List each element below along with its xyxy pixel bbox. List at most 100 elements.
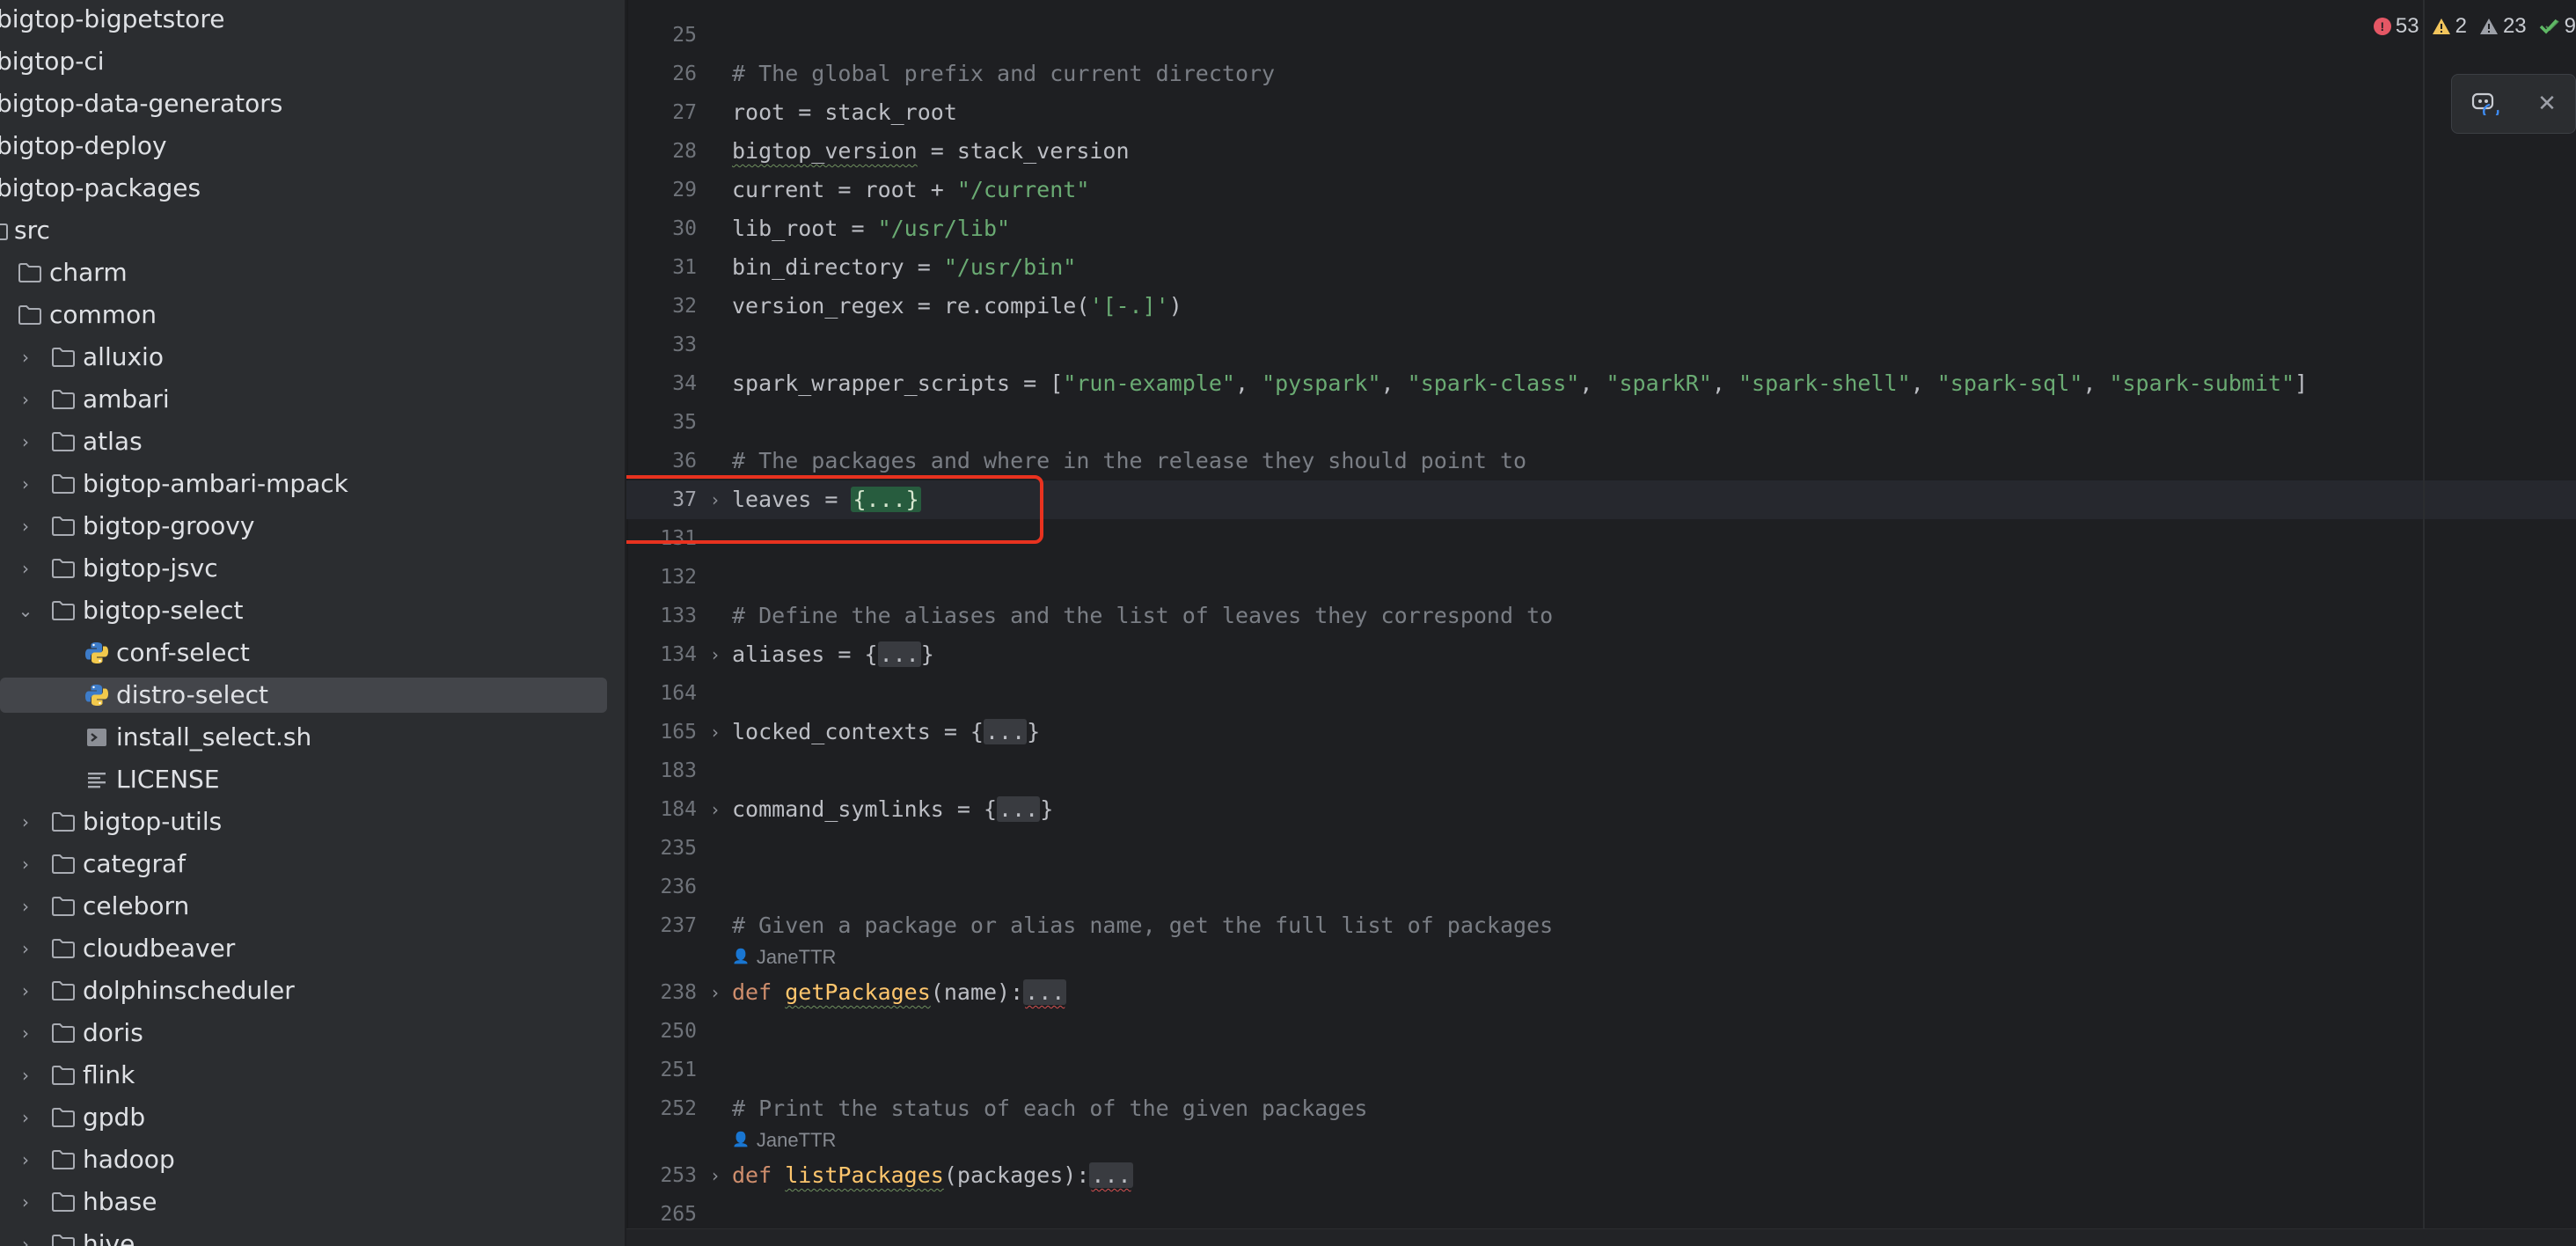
code-line[interactable]: lib_root = "/usr/lib"	[732, 209, 1010, 248]
tree-item-bigtop-jsvc[interactable]: › bigtop-jsvc	[0, 551, 607, 586]
tree-item-cloudbeaver[interactable]: › cloudbeaver	[0, 931, 607, 966]
tree-item-hadoop[interactable]: › hadoop	[0, 1142, 607, 1177]
code-line[interactable]: # Define the aliases and the list of lea…	[732, 597, 1553, 635]
code-line[interactable]: current = root + "/current"	[732, 171, 1089, 209]
line-number: 237	[660, 914, 697, 937]
fold-expand-icon[interactable]: ›	[706, 973, 725, 1012]
tree-item-flink[interactable]: › flink	[0, 1058, 607, 1093]
fold-expand-icon[interactable]: ›	[706, 635, 725, 674]
chevron-right-icon[interactable]: ›	[16, 854, 35, 875]
code-line[interactable]: # The global prefix and current director…	[732, 55, 1275, 93]
tree-item-license[interactable]: LICENSE	[0, 762, 607, 797]
chevron-right-icon[interactable]: ›	[16, 938, 35, 959]
tree-item-bigtop-deploy[interactable]: bigtop-deploy	[0, 128, 607, 164]
chevron-right-icon[interactable]: ›	[16, 811, 35, 832]
warning-count[interactable]: 2	[2432, 14, 2467, 39]
chevron-right-icon[interactable]: ›	[16, 1022, 35, 1044]
chevron-right-icon[interactable]: ›	[16, 473, 35, 495]
code-line[interactable]: def getPackages(name):...	[732, 973, 1067, 1012]
tree-item-bigtop-ambari-mpack[interactable]: › bigtop-ambari-mpack	[0, 466, 607, 502]
chevron-right-icon[interactable]: ›	[16, 347, 35, 368]
folder-icon	[49, 385, 77, 414]
tree-item-gpdb[interactable]: › gpdb	[0, 1100, 607, 1135]
horizontal-scrollbar[interactable]	[626, 1228, 2576, 1246]
tree-item-label: hive	[83, 1229, 135, 1246]
code-editor[interactable]: 25 26 # The global prefix and current dire…	[626, 0, 2576, 1246]
line-number: 183	[660, 759, 697, 782]
tree-item-bigtop-utils[interactable]: › bigtop-utils	[0, 804, 607, 839]
chevron-down-icon[interactable]: ⌄	[16, 600, 35, 621]
code-line[interactable]: aliases = {...}	[732, 635, 934, 674]
chevron-right-icon[interactable]: ›	[16, 1234, 35, 1246]
tree-item-label: doris	[83, 1018, 143, 1047]
tree-item-label: celeborn	[83, 891, 190, 920]
tree-item-bigtop-select[interactable]: ⌄ bigtop-select	[0, 593, 607, 628]
line-number: 34	[672, 372, 697, 395]
code-line[interactable]: def listPackages(packages):...	[732, 1156, 1133, 1195]
warning-count-label: 2	[2455, 14, 2467, 38]
ok-count[interactable]: 9	[2539, 14, 2576, 39]
tree-item-hbase[interactable]: › hbase	[0, 1184, 607, 1220]
tree-item-doris[interactable]: › doris	[0, 1015, 607, 1051]
code-author-hint[interactable]: 👤 JaneTTR	[732, 943, 836, 971]
tree-item-label: bigtop-bigpetstore	[0, 4, 225, 33]
code-line[interactable]: version_regex = re.compile('[-.]')	[732, 287, 1182, 326]
tree-item-common[interactable]: common	[0, 297, 607, 333]
code-line[interactable]: root = stack_root	[732, 93, 957, 132]
tree-item-install-select-sh[interactable]: install_select.sh	[0, 720, 607, 755]
chevron-right-icon[interactable]: ›	[16, 389, 35, 410]
chevron-right-icon[interactable]: ›	[16, 1191, 35, 1213]
code-line[interactable]: # Print the status of each of the given …	[732, 1089, 1367, 1128]
tree-item-dolphinscheduler[interactable]: › dolphinscheduler	[0, 973, 607, 1008]
folder-icon	[49, 1019, 77, 1047]
code-line[interactable]: bigtop_version = stack_version	[732, 132, 1130, 171]
chevron-right-icon[interactable]: ›	[16, 980, 35, 1001]
python-file-icon	[83, 681, 111, 709]
tree-item-distro-select[interactable]: distro-select	[0, 678, 607, 713]
code-line[interactable]: spark_wrapper_scripts = ["run-example", …	[732, 364, 2308, 403]
tree-item-bigtop-bigpetstore[interactable]: bigtop-bigpetstore	[0, 2, 607, 37]
code-line[interactable]: bin_directory = "/usr/bin"	[732, 248, 1076, 287]
chevron-right-icon[interactable]: ›	[16, 516, 35, 537]
chevron-right-icon[interactable]: ›	[16, 431, 35, 452]
code-line[interactable]: command_symlinks = {...}	[732, 790, 1053, 829]
ai-assistant-icon[interactable]	[2470, 89, 2500, 121]
folder-icon	[49, 977, 77, 1005]
fold-expand-icon[interactable]: ›	[706, 790, 725, 829]
right-margin-guide	[2423, 0, 2425, 1228]
tree-item-label: hadoop	[83, 1145, 175, 1174]
code-author-hint[interactable]: 👤 JaneTTR	[732, 1126, 836, 1154]
text-file-icon	[83, 766, 111, 794]
error-count[interactable]: ! 53	[2373, 14, 2419, 39]
chevron-right-icon[interactable]: ›	[16, 1149, 35, 1170]
tree-item-categraf[interactable]: › categraf	[0, 847, 607, 882]
code-line[interactable]: # Given a package or alias name, get the…	[732, 906, 1553, 945]
tree-item-celeborn[interactable]: › celeborn	[0, 889, 607, 924]
tree-item-ambari[interactable]: › ambari	[0, 382, 607, 417]
tree-item-label: charm	[49, 258, 128, 287]
tree-item-bigtop-data-generators[interactable]: bigtop-data-generators	[0, 86, 607, 121]
chevron-right-icon[interactable]: ›	[16, 558, 35, 579]
weak-warning-count[interactable]: 23	[2479, 14, 2527, 39]
inspection-status-bar[interactable]: ! 53 2 23 9	[2373, 11, 2576, 42]
line-number: 165	[660, 721, 697, 744]
fold-expand-icon[interactable]: ›	[706, 1156, 725, 1195]
tree-item-src[interactable]: src	[0, 213, 607, 248]
chevron-right-icon[interactable]: ›	[16, 1065, 35, 1086]
tree-item-alluxio[interactable]: › alluxio	[0, 340, 607, 375]
tree-item-hive[interactable]: › hive	[0, 1227, 607, 1246]
tree-item-charm[interactable]: charm	[0, 255, 607, 290]
chevron-right-icon[interactable]: ›	[16, 1107, 35, 1128]
tree-item-atlas[interactable]: › atlas	[0, 424, 607, 459]
tree-item-conf-select[interactable]: conf-select	[0, 635, 607, 671]
fold-expand-icon[interactable]: ›	[706, 713, 725, 751]
tree-item-bigtop-ci[interactable]: bigtop-ci	[0, 44, 607, 79]
tree-item-bigtop-groovy[interactable]: › bigtop-groovy	[0, 509, 607, 544]
code-line[interactable]: locked_contexts = {...}	[732, 713, 1040, 751]
tree-item-bigtop-packages[interactable]: bigtop-packages	[0, 171, 607, 206]
tree-item-label: bigtop-ci	[0, 47, 105, 76]
chevron-right-icon[interactable]: ›	[16, 896, 35, 917]
highlight-annotation-box	[626, 475, 1043, 544]
close-icon[interactable]: ✕	[2537, 91, 2557, 117]
code-author-name: JaneTTR	[756, 1129, 837, 1151]
